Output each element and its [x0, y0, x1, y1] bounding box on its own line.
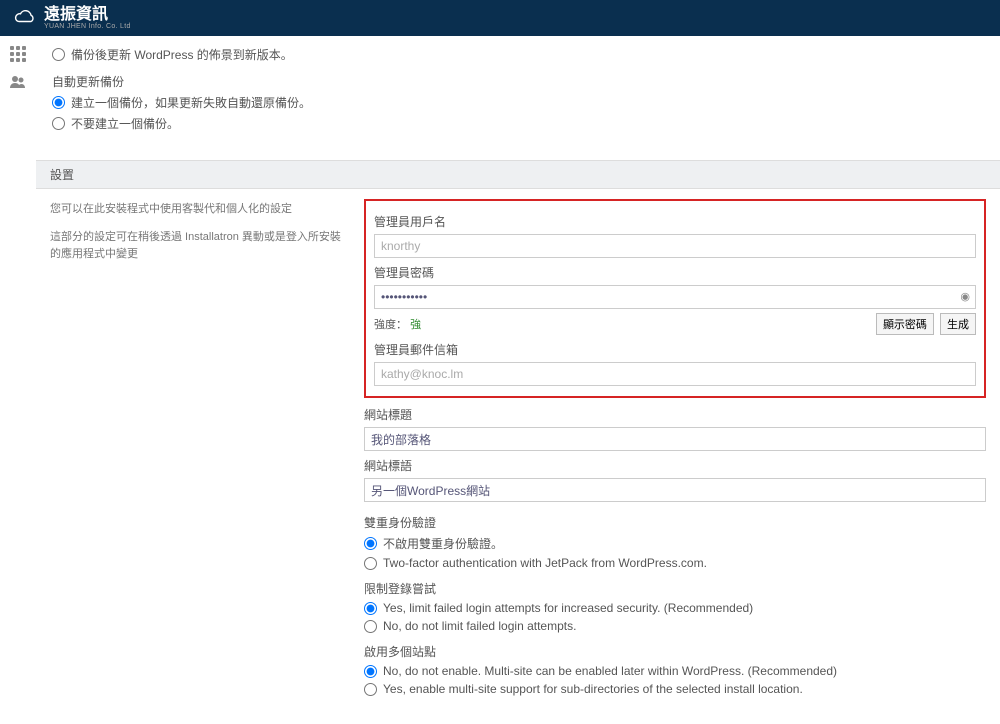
- limit-login-opt2[interactable]: No, do not limit failed login attempts.: [364, 619, 986, 633]
- site-tagline-input[interactable]: [364, 478, 986, 502]
- site-tagline-label: 網站標語: [364, 457, 986, 474]
- radio-input[interactable]: [364, 683, 377, 696]
- two-factor-opt2[interactable]: Two-factor authentication with JetPack f…: [364, 556, 986, 570]
- eye-icon[interactable]: ◉: [960, 290, 970, 303]
- site-title-input[interactable]: [364, 427, 986, 451]
- help-line-1: 您可以在此安裝程式中使用客製代和個人化的設定: [50, 201, 342, 219]
- multisite-opt1[interactable]: No, do not enable. Multi-site can be ena…: [364, 664, 986, 678]
- brand-subtitle: YUAN JHEN Info. Co. Ltd: [44, 23, 131, 30]
- users-icon[interactable]: [0, 70, 36, 94]
- site-title-label: 網站標題: [364, 406, 986, 423]
- help-line-2: 這部分的設定可在稍後透過 Installatron 異動或是登入所安裝的應用程式…: [50, 229, 342, 264]
- option-label: Two-factor authentication with JetPack f…: [383, 556, 707, 570]
- option-label: 不要建立一個備份。: [71, 115, 179, 132]
- option-label: 建立一個備份，如果更新失敗自動還原備份。: [71, 94, 311, 111]
- admin-password-input[interactable]: [374, 285, 976, 309]
- admin-username-label: 管理員用戶名: [374, 213, 976, 230]
- generate-password-button[interactable]: 生成: [940, 313, 976, 335]
- apps-grid-icon[interactable]: [0, 42, 36, 66]
- limit-login-opt1[interactable]: Yes, limit failed login attempts for inc…: [364, 601, 986, 615]
- limit-login-title: 限制登錄嘗試: [364, 580, 986, 597]
- brand-name: 遠振資訊: [44, 7, 131, 23]
- auto-backup-opt1[interactable]: 建立一個備份，如果更新失敗自動還原備份。: [52, 94, 986, 111]
- left-sidebar: [0, 36, 36, 98]
- auto-backup-opt2[interactable]: 不要建立一個備份。: [52, 115, 986, 132]
- radio-input[interactable]: [364, 537, 377, 550]
- show-password-button[interactable]: 顯示密碼: [876, 313, 934, 335]
- radio-input[interactable]: [52, 48, 65, 61]
- multisite-title: 啟用多個站點: [364, 643, 986, 660]
- option-label: Yes, enable multi-site support for sub-d…: [383, 682, 803, 696]
- admin-credentials-highlight: 管理員用戶名 管理員密碼 ◉ 強度： 強 顯示密碼 生成: [364, 199, 986, 398]
- main-content: 備份後更新 WordPress 的佈景到新版本。 自動更新備份 建立一個備份，如…: [36, 36, 1000, 724]
- radio-input[interactable]: [52, 96, 65, 109]
- cloud-logo-icon: [10, 9, 38, 27]
- admin-password-label: 管理員密碼: [374, 264, 976, 281]
- admin-email-label: 管理員郵件信箱: [374, 341, 976, 358]
- radio-input[interactable]: [364, 557, 377, 570]
- multisite-opt2[interactable]: Yes, enable multi-site support for sub-d…: [364, 682, 986, 696]
- option-label: 備份後更新 WordPress 的佈景到新版本。: [71, 46, 293, 63]
- password-strength-value: 強: [410, 319, 421, 331]
- option-label: No, do not limit failed login attempts.: [383, 619, 576, 633]
- option-label: No, do not enable. Multi-site can be ena…: [383, 664, 837, 678]
- admin-email-input[interactable]: [374, 362, 976, 386]
- radio-input[interactable]: [364, 665, 377, 678]
- password-strength-label: 強度：: [374, 319, 407, 331]
- settings-help-text: 您可以在此安裝程式中使用客製代和個人化的設定 這部分的設定可在稍後透過 Inst…: [36, 189, 356, 724]
- app-header: 遠振資訊 YUAN JHEN Info. Co. Ltd: [0, 0, 1000, 36]
- radio-input[interactable]: [364, 620, 377, 633]
- radio-input[interactable]: [364, 602, 377, 615]
- option-label: 不啟用雙重身份驗證。: [383, 535, 503, 552]
- option-label: Yes, limit failed login attempts for inc…: [383, 601, 753, 615]
- two-factor-opt1[interactable]: 不啟用雙重身份驗證。: [364, 535, 986, 552]
- radio-input[interactable]: [52, 117, 65, 130]
- auto-backup-title: 自動更新備份: [52, 73, 986, 90]
- settings-section-header: 設置: [36, 160, 1000, 189]
- admin-username-input[interactable]: [374, 234, 976, 258]
- backup-update-option[interactable]: 備份後更新 WordPress 的佈景到新版本。: [52, 46, 986, 63]
- brand-logo: 遠振資訊 YUAN JHEN Info. Co. Ltd: [10, 7, 131, 30]
- two-factor-title: 雙重身份驗證: [364, 514, 986, 531]
